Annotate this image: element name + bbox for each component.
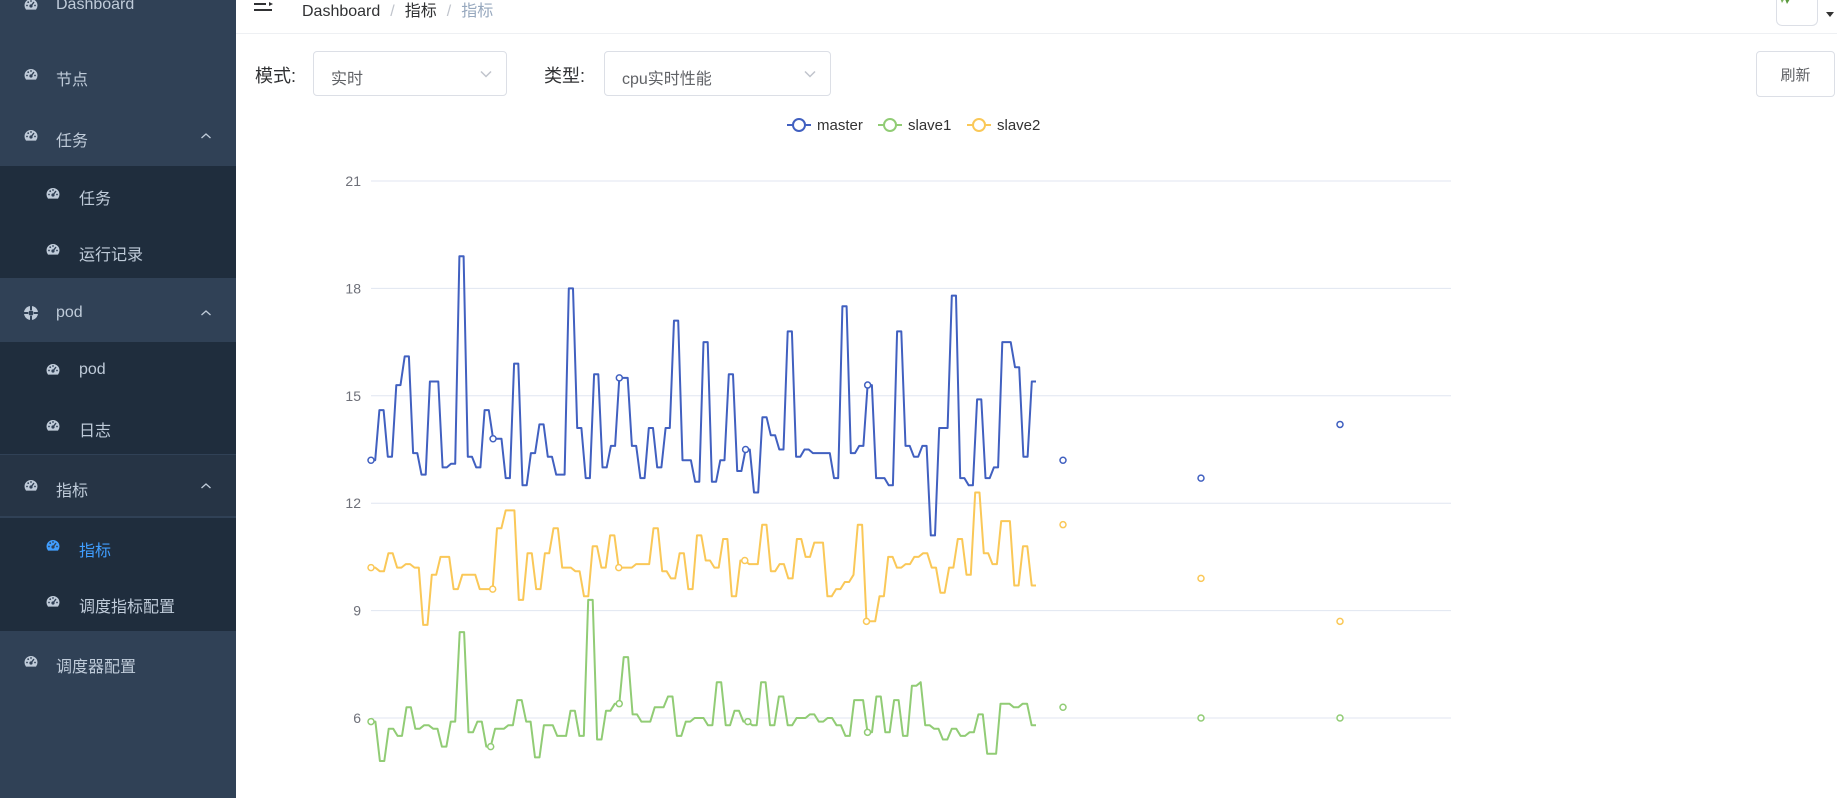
pod-icon (23, 305, 39, 321)
sidebar-item[interactable]: 运行记录 (0, 222, 236, 278)
legend-label[interactable]: slave2 (997, 117, 1040, 134)
data-point (741, 445, 750, 454)
sidebar-item[interactable]: 任务 (0, 166, 236, 222)
legend-label[interactable]: master (817, 117, 863, 134)
sidebar-item[interactable]: 调度器配置 (0, 631, 236, 693)
sidebar-item[interactable]: 任务 (0, 106, 236, 165)
y-tick-label: 21 (345, 173, 361, 189)
dashboard-icon (45, 418, 61, 434)
sidebar-item-label: 指标 (56, 482, 89, 500)
data-point (367, 456, 375, 464)
main-panel: Dashboard / 指标 / 指标 模式: 实时 类型: cpu实时性能 刷新 69… (236, 0, 1837, 798)
sidebar-item-label: 任务 (56, 132, 89, 150)
sidebar-item-label: 运行记录 (79, 247, 144, 264)
data-point (1336, 420, 1344, 429)
data-point (367, 717, 375, 726)
sidebar-item-label: pod (56, 304, 83, 321)
dashboard-icon (23, 0, 39, 13)
dashboard-icon (45, 186, 61, 202)
sidebar-item[interactable]: 指标 (0, 518, 236, 573)
dashboard-icon (23, 478, 39, 494)
dashboard-icon (23, 67, 39, 83)
data-point (367, 563, 375, 572)
sidebar-item[interactable]: 调度指标配置 (0, 573, 236, 631)
sidebar-item-label: 节点 (56, 72, 89, 89)
sidebar-item[interactable]: 节点 (0, 44, 236, 106)
data-point (615, 699, 624, 708)
chevron-up-icon (201, 482, 211, 488)
data-point (486, 742, 495, 751)
data-point (488, 585, 497, 593)
y-tick-label: 6 (353, 710, 361, 726)
series-line-slave1 (371, 598, 1036, 762)
data-point (1197, 714, 1205, 722)
data-point (1059, 520, 1067, 529)
sidebar-item-label: 调度指标配置 (79, 599, 176, 616)
sidebar-item-label: 指标 (79, 542, 112, 560)
data-point (1197, 574, 1205, 583)
legend-label[interactable]: slave1 (908, 117, 951, 134)
dashboard-icon (45, 362, 61, 378)
data-point (489, 435, 497, 443)
sidebar-item[interactable]: 指标 (0, 455, 236, 516)
dashboard-icon (23, 128, 39, 144)
data-point (744, 717, 752, 726)
y-tick-label: 12 (345, 495, 361, 511)
y-tick-label: 15 (345, 388, 361, 404)
data-point (615, 374, 624, 382)
sidebar-item[interactable]: pod (0, 284, 236, 342)
dashboard-icon (45, 242, 61, 258)
data-point (1336, 714, 1344, 722)
dashboard-icon (45, 594, 61, 610)
dashboard-icon (45, 538, 61, 554)
chevron-up-icon (201, 310, 211, 316)
y-tick-label: 9 (353, 603, 361, 619)
cpu-line-chart: 6 9 12 15 18 21 master slave1 slave2 (345, 117, 1451, 762)
legend-symbol-icon[interactable] (972, 118, 986, 132)
data-point (1059, 456, 1067, 464)
data-point (862, 617, 871, 626)
sidebar-item-label: pod (79, 361, 106, 378)
chevron-up-icon (201, 132, 211, 138)
data-point (614, 563, 623, 572)
sidebar: Dashboard 节点 任务 任务 运行记录 pod pod 日志 指标 指标 调度指标配置 调度器… (0, 0, 236, 798)
data-point (1197, 474, 1205, 482)
app-root: Dashboard 节点 任务 任务 运行记录 pod pod 日志 指标 指标 调度指标配置 调度器… (0, 0, 1837, 798)
data-point (863, 381, 872, 389)
legend-symbol-icon[interactable] (792, 118, 806, 132)
sidebar-item-label: 调度器配置 (56, 659, 137, 676)
data-point (1059, 703, 1067, 712)
data-point (863, 728, 872, 737)
dashboard-icon (23, 654, 39, 670)
sidebar-item[interactable]: Dashboard (0, 0, 236, 32)
data-point (741, 556, 749, 565)
sidebar-item-label: 任务 (79, 191, 112, 208)
y-tick-label: 18 (345, 280, 361, 296)
sidebar-item[interactable]: pod (0, 342, 236, 398)
sidebar-item-label: 日志 (79, 423, 112, 440)
sidebar-item[interactable]: 日志 (0, 398, 236, 454)
sidebar-item-label: Dashboard (56, 0, 135, 13)
data-point (1336, 617, 1344, 626)
legend-symbol-icon[interactable] (883, 118, 897, 132)
